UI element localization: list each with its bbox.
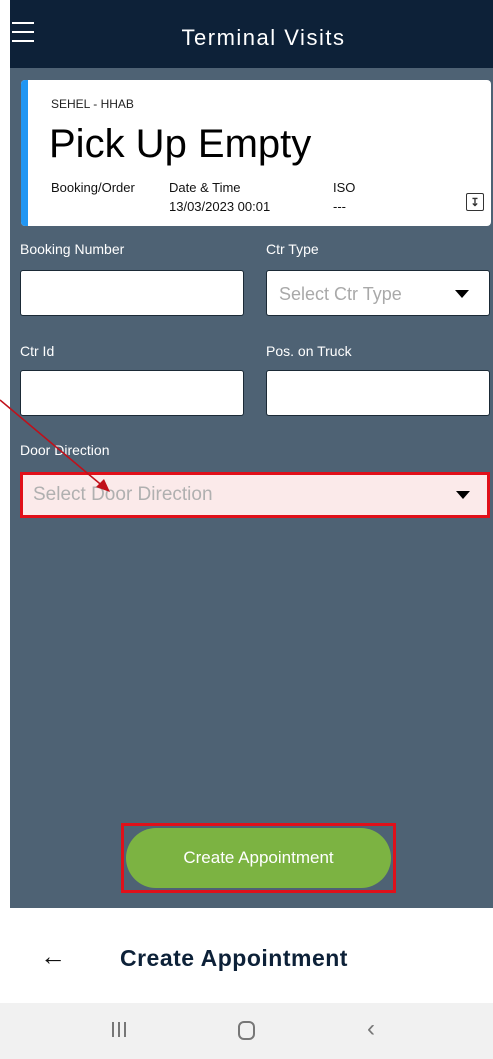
page-title: Terminal Visits [181, 25, 346, 50]
top-app-bar: Terminal Visits [10, 0, 493, 68]
card-title: Pick Up Empty [49, 122, 312, 166]
card-col-value-datetime: 13/03/2023 00:01 [169, 199, 271, 214]
card-col-label-booking: Booking/Order [51, 180, 135, 195]
card-location: SEHEL - HHAB [51, 97, 134, 111]
ctr-type-placeholder: Select Ctr Type [279, 284, 402, 304]
create-button-highlight: Create Appointment [121, 823, 396, 893]
download-icon[interactable]: ↧ [466, 193, 484, 211]
chevron-down-icon [455, 290, 469, 298]
create-appointment-button[interactable]: Create Appointment [126, 828, 391, 888]
app-screen: Terminal Visits SEHEL - HHAB Pick Up Emp… [10, 0, 493, 908]
ctr-id-input[interactable] [20, 370, 244, 416]
system-nav-bar: ‹ [0, 1003, 493, 1059]
card-col-value-iso: --- [333, 199, 346, 214]
visit-card[interactable]: SEHEL - HHAB Pick Up Empty Booking/Order… [21, 80, 491, 226]
ctr-id-label: Ctr Id [20, 343, 55, 359]
pos-on-truck-input[interactable] [266, 370, 490, 416]
ctr-type-label: Ctr Type [266, 241, 319, 257]
card-col-label-iso: ISO [333, 180, 356, 195]
door-direction-placeholder: Select Door Direction [33, 484, 213, 505]
door-direction-select[interactable]: Select Door Direction [20, 472, 490, 518]
booking-number-label: Booking Number [20, 241, 125, 257]
pos-on-truck-label: Pos. on Truck [266, 343, 352, 359]
ctr-type-select[interactable]: Select Ctr Type [266, 270, 490, 316]
booking-number-input[interactable] [20, 270, 244, 316]
back-arrow-icon[interactable]: ← [40, 941, 66, 972]
door-direction-label: Door Direction [20, 442, 110, 458]
chevron-down-icon [456, 491, 470, 499]
back-chevron-icon[interactable]: ‹ [367, 1017, 375, 1041]
footer-title: Create Appointment [120, 945, 348, 971]
home-icon[interactable] [238, 1021, 255, 1040]
card-accent-bar [21, 80, 28, 226]
card-col-label-datetime: Date & Time [169, 180, 241, 195]
recent-apps-icon[interactable] [110, 1019, 128, 1041]
